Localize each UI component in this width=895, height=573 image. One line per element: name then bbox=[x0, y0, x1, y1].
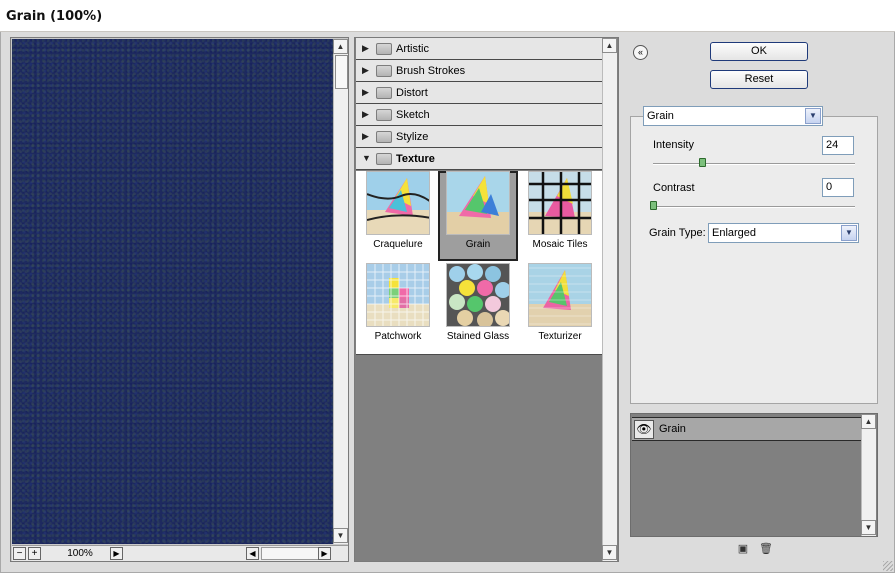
scroll-up-icon[interactable]: ▲ bbox=[861, 414, 876, 429]
category-stylize[interactable]: ▶ Stylize bbox=[356, 126, 602, 148]
open-folder-icon bbox=[376, 153, 392, 165]
folder-icon bbox=[376, 43, 392, 55]
zoom-bar: − + 100% ▶ ◀ ▶ bbox=[12, 545, 348, 561]
folder-icon bbox=[376, 65, 392, 77]
new-effect-layer-icon[interactable]: ▣ bbox=[737, 543, 749, 555]
filter-name: Craquelure bbox=[373, 239, 423, 250]
category-label: Texture bbox=[396, 153, 435, 165]
category-label: Sketch bbox=[396, 109, 430, 121]
scroll-left-icon[interactable]: ◀ bbox=[246, 547, 259, 560]
intensity-label: Intensity bbox=[653, 139, 694, 151]
filter-texturizer[interactable]: Texturizer bbox=[520, 263, 600, 353]
expand-arrow-icon[interactable]: ▶ bbox=[362, 131, 369, 142]
filter-name: Stained Glass bbox=[446, 331, 510, 342]
stained-glass-thumbnail bbox=[446, 263, 510, 327]
filter-list-scrollbar[interactable]: ▲ ▼ bbox=[602, 38, 617, 561]
scroll-right-icon[interactable]: ▶ bbox=[318, 547, 331, 560]
craquelure-thumbnail bbox=[366, 171, 430, 235]
intensity-field[interactable]: 24 bbox=[822, 136, 854, 155]
preview-image[interactable] bbox=[12, 39, 333, 544]
intensity-slider-track[interactable] bbox=[653, 163, 855, 165]
resize-grip-icon[interactable] bbox=[883, 561, 893, 571]
scroll-down-icon[interactable]: ▼ bbox=[861, 520, 876, 535]
filter-stained-glass[interactable]: Stained Glass bbox=[438, 263, 518, 353]
scroll-down-icon[interactable]: ▼ bbox=[333, 528, 348, 543]
filter-settings-panel bbox=[630, 116, 878, 404]
contrast-field[interactable]: 0 bbox=[822, 178, 854, 197]
collapse-arrow-icon[interactable]: ▼ bbox=[362, 153, 371, 163]
effect-layer-grain[interactable]: 👁 Grain bbox=[632, 417, 861, 441]
trash-icon[interactable]: 🗑 bbox=[759, 543, 773, 555]
filter-select[interactable]: Grain ▼ bbox=[643, 106, 823, 126]
filter-grain[interactable]: Grain bbox=[438, 171, 518, 261]
scroll-down-icon[interactable]: ▼ bbox=[602, 545, 617, 560]
grain-type-value: Enlarged bbox=[712, 227, 757, 239]
folder-icon bbox=[376, 87, 392, 99]
layer-name: Grain bbox=[659, 423, 686, 435]
zoom-in-button[interactable]: + bbox=[28, 547, 41, 560]
filter-name: Mosaic Tiles bbox=[532, 239, 588, 250]
category-label: Distort bbox=[396, 87, 428, 99]
scroll-thumb[interactable] bbox=[335, 55, 348, 89]
title-bar: Grain (100%) bbox=[0, 0, 895, 32]
category-brush-strokes[interactable]: ▶ Brush Strokes bbox=[356, 60, 602, 82]
eye-icon[interactable]: 👁 bbox=[634, 420, 654, 439]
category-label: Brush Strokes bbox=[396, 65, 466, 77]
expand-arrow-icon[interactable]: ▶ bbox=[362, 65, 369, 76]
category-label: Stylize bbox=[396, 131, 429, 143]
folder-icon bbox=[376, 131, 392, 143]
contrast-slider-handle[interactable] bbox=[650, 201, 657, 210]
layers-scrollbar[interactable]: ▲ ▼ bbox=[861, 414, 876, 536]
grain-thumbnail bbox=[446, 171, 510, 235]
filter-craquelure[interactable]: Craquelure bbox=[358, 171, 438, 261]
effect-layers-panel: 👁 Grain ▲ ▼ bbox=[630, 413, 878, 537]
scroll-up-icon[interactable]: ▲ bbox=[602, 38, 617, 53]
filter-patchwork[interactable]: Patchwork bbox=[358, 263, 438, 353]
zoom-level: 100% bbox=[67, 548, 93, 559]
contrast-label: Contrast bbox=[653, 182, 695, 194]
chevron-down-icon[interactable]: ▼ bbox=[805, 108, 821, 124]
category-distort[interactable]: ▶ Distort bbox=[356, 82, 602, 104]
intensity-slider-handle[interactable] bbox=[699, 158, 706, 167]
scroll-up-icon[interactable]: ▲ bbox=[333, 39, 348, 54]
category-sketch[interactable]: ▶ Sketch bbox=[356, 104, 602, 126]
filter-mosaic-tiles[interactable]: Mosaic Tiles bbox=[520, 171, 600, 261]
filter-gallery: ▶ Artistic ▶ Brush Strokes ▶ Distort ▶ S… bbox=[354, 37, 619, 562]
chevron-down-icon[interactable]: ▼ bbox=[841, 225, 857, 241]
expand-arrow-icon[interactable]: ▶ bbox=[362, 87, 369, 98]
category-label: Artistic bbox=[396, 43, 429, 55]
contrast-slider-track[interactable] bbox=[653, 206, 855, 208]
texture-thumbnails: Craquelure Grain Mosaic Tiles Patchwork … bbox=[356, 171, 602, 355]
filter-name: Patchwork bbox=[374, 331, 422, 342]
filter-select-value: Grain bbox=[647, 110, 674, 122]
grain-type-select[interactable]: Enlarged ▼ bbox=[708, 223, 859, 243]
window-title: Grain (100%) bbox=[6, 9, 103, 24]
texturizer-thumbnail bbox=[528, 263, 592, 327]
ok-button[interactable]: OK bbox=[710, 42, 808, 61]
grain-type-label: Grain Type: bbox=[649, 227, 706, 239]
folder-icon bbox=[376, 109, 392, 121]
expand-arrow-icon[interactable]: ▶ bbox=[362, 109, 369, 120]
preview-vertical-scrollbar[interactable]: ▲ ▼ bbox=[333, 39, 348, 544]
mosaic-tiles-thumbnail bbox=[528, 171, 592, 235]
zoom-menu-icon[interactable]: ▶ bbox=[110, 547, 123, 560]
zoom-out-button[interactable]: − bbox=[13, 547, 26, 560]
collapse-gallery-button[interactable]: « bbox=[633, 45, 648, 60]
category-artistic[interactable]: ▶ Artistic bbox=[356, 38, 602, 60]
category-texture[interactable]: ▼ Texture bbox=[356, 148, 602, 170]
horizontal-scroll-track[interactable] bbox=[261, 547, 319, 560]
expand-arrow-icon[interactable]: ▶ bbox=[362, 43, 369, 54]
filter-name: Grain bbox=[465, 239, 491, 250]
patchwork-thumbnail bbox=[366, 263, 430, 327]
filter-name: Texturizer bbox=[538, 331, 582, 342]
reset-button[interactable]: Reset bbox=[710, 70, 808, 89]
preview-panel: ▲ ▼ − + 100% ▶ ◀ ▶ bbox=[10, 37, 349, 562]
